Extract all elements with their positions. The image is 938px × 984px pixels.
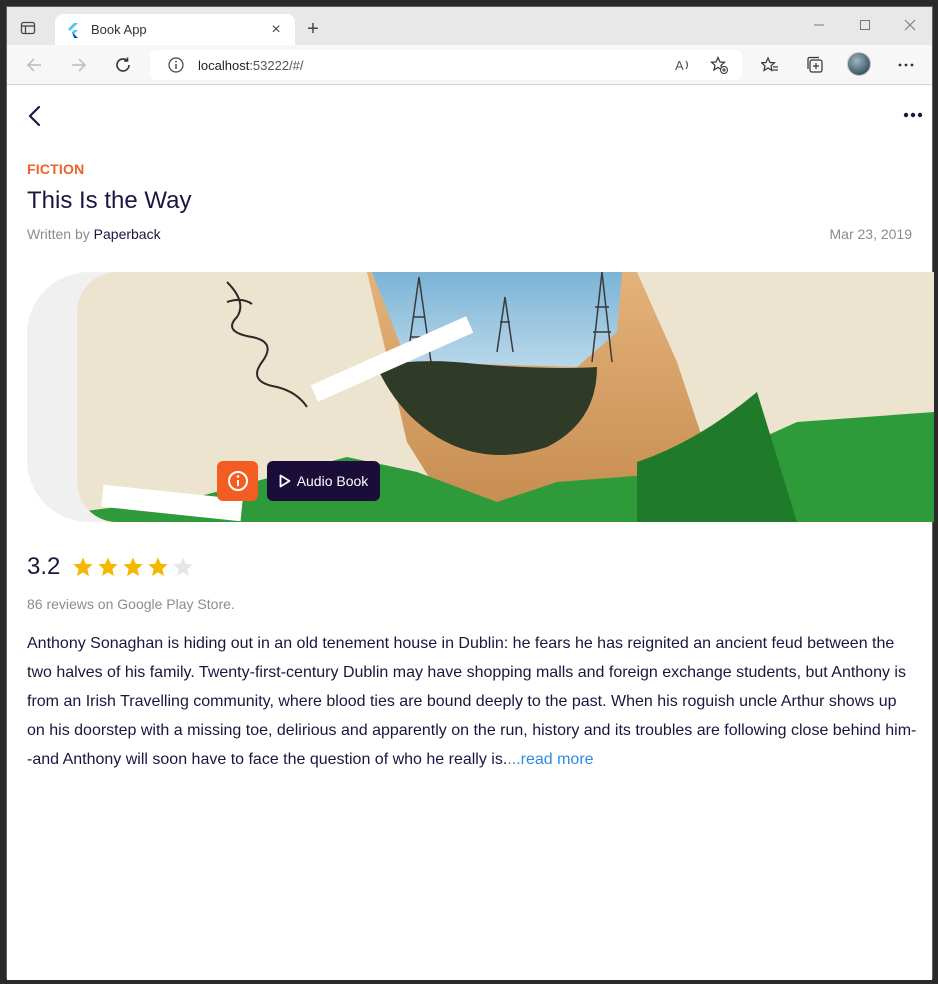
back-arrow-icon[interactable] xyxy=(23,54,45,76)
star-filled-icon xyxy=(98,557,118,576)
read-more-link[interactable]: ...read more xyxy=(507,751,593,768)
flutter-icon xyxy=(68,22,78,38)
tab-strip: Book App × + xyxy=(7,7,932,45)
book-author[interactable]: Paperback xyxy=(94,226,161,242)
star-filled-icon xyxy=(123,557,143,576)
publish-date: Mar 23, 2019 xyxy=(829,226,913,242)
star-rating xyxy=(72,556,197,578)
info-icon xyxy=(227,471,248,491)
book-detail-page: FICTION This Is the Way Written by Paper… xyxy=(7,86,934,980)
url-path: :53222/#/ xyxy=(249,57,304,73)
url-text: localhost:53222/#/ xyxy=(198,58,304,73)
new-tab-button[interactable]: + xyxy=(303,19,323,39)
address-bar[interactable]: localhost:53222/#/ xyxy=(150,50,742,80)
description-text: Anthony Sonaghan is hiding out in an old… xyxy=(27,635,917,768)
browser-window: Book App × + localhost:53222/#/ A FICTIO… xyxy=(6,6,934,980)
star-filled-icon xyxy=(148,557,168,576)
minimize-icon[interactable] xyxy=(796,15,842,37)
chevron-left-icon[interactable] xyxy=(25,104,45,128)
star-filled-icon xyxy=(73,557,93,576)
window-close-icon[interactable] xyxy=(887,15,933,37)
tab-actions-icon[interactable] xyxy=(17,17,39,39)
svg-text:A: A xyxy=(675,58,684,73)
add-favorite-icon[interactable] xyxy=(708,54,730,76)
book-description: Anthony Sonaghan is hiding out in an old… xyxy=(27,629,917,774)
rating-row: 3.2 xyxy=(27,552,197,582)
star-empty-icon xyxy=(173,557,193,576)
collections-icon[interactable] xyxy=(804,54,826,76)
profile-avatar[interactable] xyxy=(847,52,871,76)
audio-book-label: Audio Book xyxy=(296,473,369,489)
tab-title: Book App xyxy=(91,22,147,37)
browser-toolbar: localhost:53222/#/ A xyxy=(7,45,932,85)
maximize-icon[interactable] xyxy=(842,15,888,37)
book-category: FICTION xyxy=(27,161,85,177)
favorites-icon[interactable] xyxy=(759,54,781,76)
tab-close-icon[interactable]: × xyxy=(267,21,285,39)
tab-book-app[interactable]: Book App × xyxy=(55,14,295,45)
read-aloud-icon[interactable]: A xyxy=(672,54,694,76)
site-info-icon[interactable] xyxy=(168,57,184,73)
refresh-icon[interactable] xyxy=(112,54,134,76)
review-count: 86 reviews on Google Play Store. xyxy=(27,596,235,612)
book-byline: Written by Paperback xyxy=(27,226,161,242)
book-cover-image xyxy=(77,272,934,522)
browser-menu-icon[interactable] xyxy=(895,54,917,76)
url-host: localhost xyxy=(198,57,250,73)
rating-value: 3.2 xyxy=(27,553,61,580)
info-button[interactable] xyxy=(217,461,258,501)
written-by-label: Written by xyxy=(27,226,94,242)
more-horizontal-icon[interactable] xyxy=(901,108,925,120)
play-icon xyxy=(279,474,291,488)
forward-arrow-icon[interactable] xyxy=(68,54,90,76)
book-title: This Is the Way xyxy=(27,187,192,214)
audio-book-button[interactable]: Audio Book xyxy=(267,461,380,501)
